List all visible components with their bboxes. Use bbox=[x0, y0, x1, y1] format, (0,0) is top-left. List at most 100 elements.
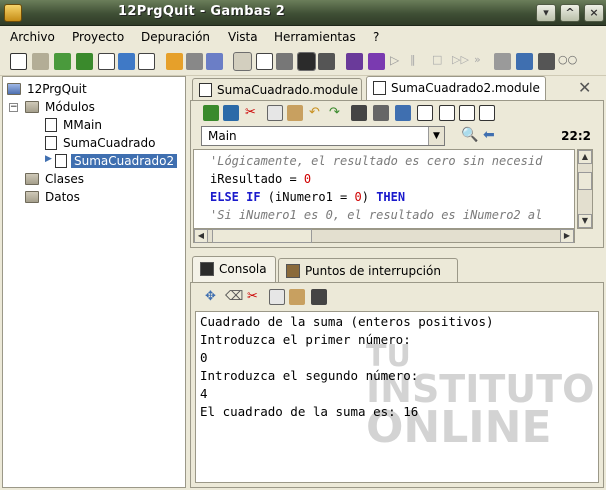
cursor-position: 22:2 bbox=[561, 129, 591, 143]
unindent-icon[interactable] bbox=[373, 105, 389, 121]
scroll-thumb[interactable] bbox=[578, 172, 592, 190]
gambas-app-icon[interactable] bbox=[4, 4, 22, 22]
procedure-select[interactable]: Main ▼ bbox=[201, 126, 445, 146]
code-line-4: 'Si iNumero1 es 0, el resultado es iNume… bbox=[210, 208, 543, 222]
scroll-thumb[interactable] bbox=[212, 229, 312, 243]
form-editor-icon[interactable] bbox=[256, 53, 273, 70]
tree-item-sumacuadrado[interactable]: SumaCuadrado bbox=[5, 135, 175, 152]
module-file-icon bbox=[373, 81, 386, 95]
scroll-up-icon[interactable]: ▲ bbox=[578, 150, 592, 164]
compile-icon[interactable] bbox=[138, 53, 155, 70]
tree-item-label: SumaCuadrado bbox=[63, 136, 156, 150]
redo-icon[interactable]: ↷ bbox=[329, 105, 345, 121]
code-vertical-scrollbar[interactable]: ▲ ▼ bbox=[577, 149, 593, 229]
watch-glasses-icon[interactable]: ○○ bbox=[558, 53, 577, 70]
stop-icon[interactable]: □ bbox=[432, 53, 449, 70]
procedure-value: Main bbox=[208, 129, 237, 143]
console-line: 0 bbox=[200, 350, 208, 365]
step-into-icon[interactable] bbox=[346, 53, 363, 70]
cut-icon[interactable]: ✂ bbox=[247, 289, 263, 305]
console-icon[interactable] bbox=[297, 52, 316, 71]
breakpoint-icon[interactable] bbox=[538, 53, 555, 70]
scroll-left-icon[interactable]: ◀ bbox=[194, 229, 208, 243]
run-icon[interactable]: ▷ bbox=[390, 53, 407, 70]
layout-icon[interactable] bbox=[479, 105, 495, 121]
step-icon[interactable]: ▷▷ bbox=[452, 53, 469, 70]
close-window-button[interactable]: × bbox=[584, 4, 604, 22]
up-arrow-icon[interactable] bbox=[494, 53, 511, 70]
chevron-down-icon[interactable]: ▼ bbox=[428, 127, 444, 145]
menu-proyecto[interactable]: Proyecto bbox=[72, 30, 124, 44]
tree-item-mmain[interactable]: MMain bbox=[5, 117, 175, 134]
tab-sumacuadrado2-module[interactable]: SumaCuadrado2.module bbox=[366, 76, 546, 100]
copy-icon[interactable] bbox=[269, 289, 285, 305]
menu-help[interactable]: ? bbox=[373, 30, 379, 44]
console-line: Cuadrado de la suma (enteros positivos) bbox=[200, 314, 494, 329]
code-line-2: iResultado = 0 bbox=[210, 172, 312, 186]
diamond-icon[interactable] bbox=[206, 53, 223, 70]
tree-folder-clases[interactable]: Clases bbox=[5, 171, 175, 188]
console-line: 4 bbox=[200, 386, 208, 401]
format-icon[interactable] bbox=[395, 105, 411, 121]
menu-vista[interactable]: Vista bbox=[228, 30, 258, 44]
cut-icon[interactable]: ✂ bbox=[245, 105, 261, 121]
tools-icon[interactable] bbox=[276, 53, 293, 70]
module-file-icon bbox=[45, 118, 57, 132]
clear-broom-icon[interactable]: ⌫ bbox=[225, 289, 243, 305]
minimize-button[interactable]: ▾ bbox=[536, 4, 556, 22]
split-vertical-icon[interactable] bbox=[459, 105, 475, 121]
find-icon[interactable]: 🔍 bbox=[461, 127, 478, 143]
components-icon[interactable] bbox=[186, 53, 203, 70]
indent-icon[interactable] bbox=[351, 105, 367, 121]
menu-archivo[interactable]: Archivo bbox=[10, 30, 55, 44]
paste-icon[interactable] bbox=[289, 289, 305, 305]
code-horizontal-scrollbar[interactable]: ◀ ▶ bbox=[193, 229, 575, 243]
scroll-right-icon[interactable]: ▶ bbox=[560, 229, 574, 243]
split-view-icon[interactable] bbox=[417, 105, 433, 121]
tab-consola[interactable]: Consola bbox=[192, 256, 276, 282]
grid-icon[interactable] bbox=[318, 53, 335, 70]
pause-icon[interactable]: ‖ bbox=[410, 53, 427, 70]
save-all-icon[interactable] bbox=[223, 105, 239, 121]
collapse-icon[interactable]: − bbox=[9, 103, 18, 112]
split-horizontal-icon[interactable] bbox=[439, 105, 455, 121]
menu-herramientas[interactable]: Herramientas bbox=[274, 30, 356, 44]
console-output[interactable]: TU INSTITUTO ONLINE Cuadrado de la suma … bbox=[195, 311, 599, 483]
close-tab-icon[interactable]: ✕ bbox=[578, 78, 591, 97]
maximize-button[interactable]: ^ bbox=[560, 4, 580, 22]
edit-mode-icon[interactable] bbox=[233, 52, 252, 71]
undo-icon[interactable]: ↶ bbox=[309, 105, 325, 121]
menu-depuracion[interactable]: Depuración bbox=[141, 30, 210, 44]
save-icon[interactable] bbox=[203, 105, 219, 121]
new-file-icon[interactable] bbox=[10, 53, 27, 70]
goto-icon[interactable] bbox=[516, 53, 533, 70]
menu-bar: Archivo Proyecto Depuración Vista Herram… bbox=[0, 26, 606, 48]
paste-icon[interactable] bbox=[287, 105, 303, 121]
main-toolbar: ▷ ‖ □ ▷▷ » ○○ bbox=[0, 48, 606, 76]
tab-sumacuadrado-module[interactable]: SumaCuadrado.module bbox=[192, 78, 362, 100]
copy-icon[interactable] bbox=[267, 105, 283, 121]
tree-root[interactable]: 12PrgQuit bbox=[5, 81, 175, 98]
module-file-icon bbox=[199, 83, 212, 97]
open-folder-icon[interactable] bbox=[32, 53, 49, 70]
package-icon[interactable] bbox=[166, 53, 183, 70]
move-icon[interactable]: ✥ bbox=[205, 289, 221, 305]
tree-folder-datos[interactable]: Datos bbox=[5, 189, 175, 206]
tab-puntos-de-interrupcion[interactable]: Puntos de interrupción bbox=[278, 258, 458, 282]
step-over-icon[interactable] bbox=[368, 53, 385, 70]
find-binoculars-icon[interactable] bbox=[311, 289, 327, 305]
folder-icon bbox=[25, 173, 39, 185]
code-area[interactable]: 'Lógicamente, el resultado es cero sin n… bbox=[193, 149, 575, 229]
scroll-down-icon[interactable]: ▼ bbox=[578, 214, 592, 228]
forward-icon[interactable]: » bbox=[474, 53, 491, 70]
tree-folder-label: Datos bbox=[45, 190, 80, 204]
tree-item-sumacuadrado2[interactable]: ▶ SumaCuadrado2 bbox=[5, 153, 181, 170]
bottom-tab-bar: Consola Puntos de interrupción bbox=[190, 256, 604, 282]
project-tree: 12PrgQuit − Módulos MMain SumaCuadrado ▶… bbox=[2, 76, 186, 488]
refresh-icon[interactable] bbox=[118, 53, 135, 70]
tree-folder-modulos[interactable]: − Módulos bbox=[5, 99, 175, 116]
back-arrow-icon[interactable]: ⬅ bbox=[483, 127, 499, 143]
download-icon[interactable] bbox=[54, 53, 71, 70]
save-icon[interactable] bbox=[76, 53, 93, 70]
properties-icon[interactable] bbox=[98, 53, 115, 70]
